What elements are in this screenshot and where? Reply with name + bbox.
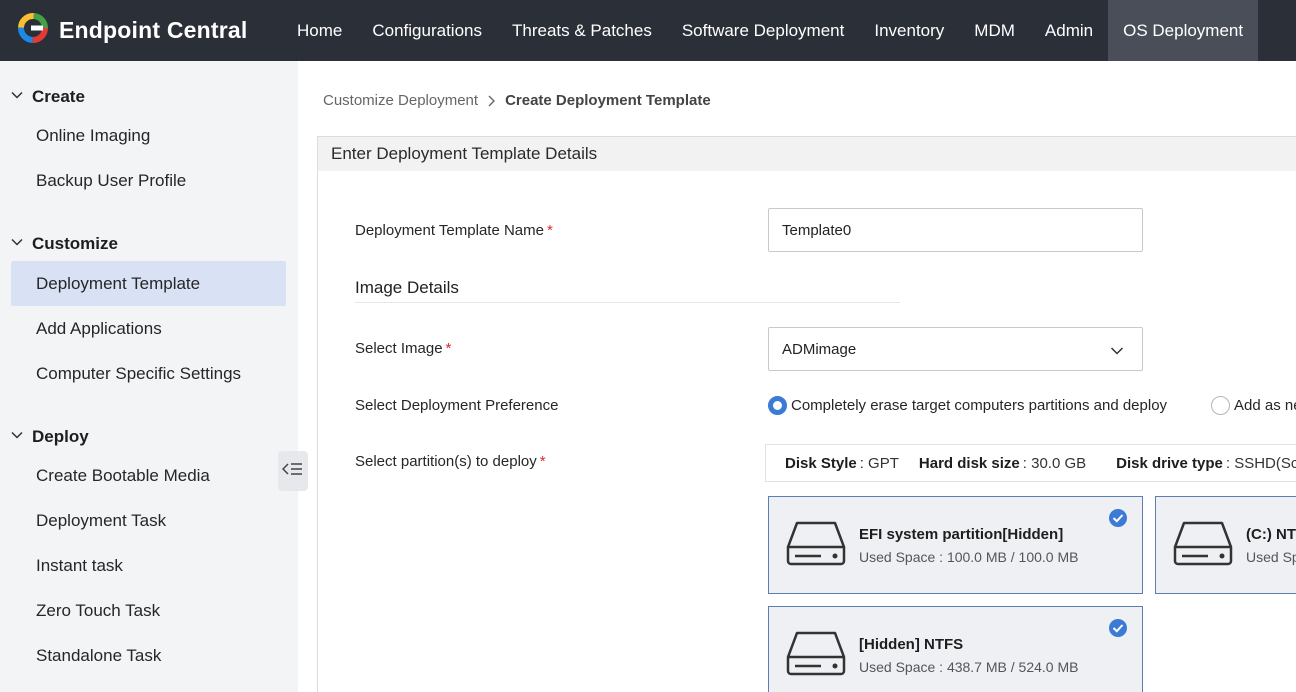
preference-erase-radio[interactable]: Completely erase target computers partit… <box>768 396 1167 415</box>
brand[interactable]: Endpoint Central <box>16 11 281 50</box>
sidebar-item-create-bootable-media[interactable]: Create Bootable Media <box>11 453 286 498</box>
sidebar-section-deploy[interactable]: Deploy <box>10 427 89 447</box>
partition-used-space: Used Space : 438.7 MB / 524.0 MB <box>859 659 1079 675</box>
radio-unselected-icon <box>1211 396 1230 415</box>
nav-inventory[interactable]: Inventory <box>859 0 959 61</box>
panel-title: Enter Deployment Template Details <box>318 137 1296 171</box>
partition-title: [Hidden] NTFS <box>859 636 964 653</box>
partitions-label: Select partition(s) to deploy * <box>355 453 546 470</box>
partition-card-c-ntfs[interactable]: (C:) NTF Used Sp <box>1155 496 1296 594</box>
required-mark: * <box>539 453 546 470</box>
top-navbar: Endpoint Central Home Configurations Thr… <box>0 0 1296 61</box>
select-image-label: Select Image * <box>355 340 451 357</box>
partition-title: EFI system partition[Hidden] <box>859 526 1064 543</box>
main-nav: Home Configurations Threats & Patches So… <box>282 0 1259 61</box>
partition-card-efi[interactable]: EFI system partition[Hidden] Used Space … <box>768 496 1143 594</box>
image-details-title: Image Details <box>355 278 459 297</box>
template-name-value: Template0 <box>782 221 852 239</box>
sidebar-item-standalone-task[interactable]: Standalone Task <box>11 633 286 678</box>
collapse-sidebar-button[interactable] <box>278 451 308 491</box>
sidebar-item-online-imaging[interactable]: Online Imaging <box>11 113 286 158</box>
label-text: Deployment Template Name <box>355 222 544 239</box>
sidebar: Create Online Imaging Backup User Profil… <box>0 61 308 692</box>
endpoint-central-logo-icon <box>16 11 50 50</box>
deployment-preference-label: Select Deployment Preference <box>355 397 559 414</box>
nav-software-deployment[interactable]: Software Deployment <box>667 0 860 61</box>
check-circle-icon <box>1108 508 1128 533</box>
chevron-right-icon <box>487 94 496 108</box>
chevron-down-icon <box>10 427 32 447</box>
sidebar-section-customize[interactable]: Customize <box>10 234 118 254</box>
chevron-down-icon <box>1110 343 1124 360</box>
chevron-down-icon <box>10 234 32 254</box>
radio-label: Add as ne <box>1234 397 1296 414</box>
sidebar-item-deployment-task[interactable]: Deployment Task <box>11 498 286 543</box>
hard-disk-icon <box>785 519 847 572</box>
partition-title: (C:) NTF <box>1246 526 1296 543</box>
partition-used-space: Used Sp <box>1246 549 1296 565</box>
radio-selected-icon <box>768 396 787 415</box>
radio-label: Completely erase target computers partit… <box>791 397 1168 414</box>
select-image-value: ADMimage <box>782 340 857 358</box>
disk-style-key: Disk Style <box>785 454 857 472</box>
template-name-label: Deployment Template Name * <box>355 222 553 239</box>
section-divider <box>355 302 900 303</box>
hard-disk-icon <box>1172 519 1234 572</box>
nav-configurations[interactable]: Configurations <box>357 0 497 61</box>
select-image-dropdown[interactable]: ADMimage <box>768 327 1143 371</box>
sidebar-section-create[interactable]: Create <box>10 87 85 107</box>
nav-threats-patches[interactable]: Threats & Patches <box>497 0 667 61</box>
nav-home[interactable]: Home <box>282 0 357 61</box>
disk-style-value: : GPT <box>859 454 899 472</box>
sidebar-section-label: Deploy <box>32 427 89 446</box>
sidebar-item-computer-specific-settings[interactable]: Computer Specific Settings <box>11 351 286 396</box>
breadcrumb-parent[interactable]: Customize Deployment <box>323 92 478 109</box>
chevron-down-icon <box>10 87 32 107</box>
check-circle-icon <box>1108 618 1128 643</box>
preference-add-radio[interactable]: Add as ne <box>1211 396 1296 415</box>
breadcrumb-current: Create Deployment Template <box>505 92 711 109</box>
disk-info-bar: Disk Style : GPT Hard disk size : 30.0 G… <box>765 444 1296 482</box>
nav-admin[interactable]: Admin <box>1030 0 1108 61</box>
sidebar-item-zero-touch-task[interactable]: Zero Touch Task <box>11 588 286 633</box>
collapse-menu-icon <box>281 461 304 482</box>
disk-type-key: Disk drive type <box>1116 454 1223 472</box>
disk-type-value: : SSHD(Sc <box>1225 454 1296 472</box>
required-mark: * <box>445 340 452 357</box>
partition-used-space: Used Space : 100.0 MB / 100.0 MB <box>859 549 1079 565</box>
label-text: Select Image <box>355 340 443 357</box>
sidebar-section-label: Customize <box>32 234 118 253</box>
breadcrumb: Customize Deployment Create Deployment T… <box>323 92 711 109</box>
sidebar-item-backup-user-profile[interactable]: Backup User Profile <box>11 158 286 203</box>
required-mark: * <box>546 222 553 239</box>
disk-size-key: Hard disk size <box>918 454 1020 472</box>
partition-card-hidden-ntfs[interactable]: [Hidden] NTFS Used Space : 438.7 MB / 52… <box>768 606 1143 692</box>
sidebar-item-add-applications[interactable]: Add Applications <box>11 306 286 351</box>
label-text: Select partition(s) to deploy <box>355 453 537 470</box>
sidebar-item-deployment-template[interactable]: Deployment Template <box>11 261 286 306</box>
nav-mdm[interactable]: MDM <box>959 0 1030 61</box>
hard-disk-icon <box>785 629 847 682</box>
sidebar-section-label: Create <box>32 87 85 106</box>
disk-size-value: : 30.0 GB <box>1022 454 1087 472</box>
sidebar-item-instant-task[interactable]: Instant task <box>11 543 286 588</box>
template-name-input[interactable]: Template0 <box>768 208 1143 252</box>
brand-name: Endpoint Central <box>59 17 248 43</box>
nav-os-deployment[interactable]: OS Deployment <box>1108 0 1259 61</box>
